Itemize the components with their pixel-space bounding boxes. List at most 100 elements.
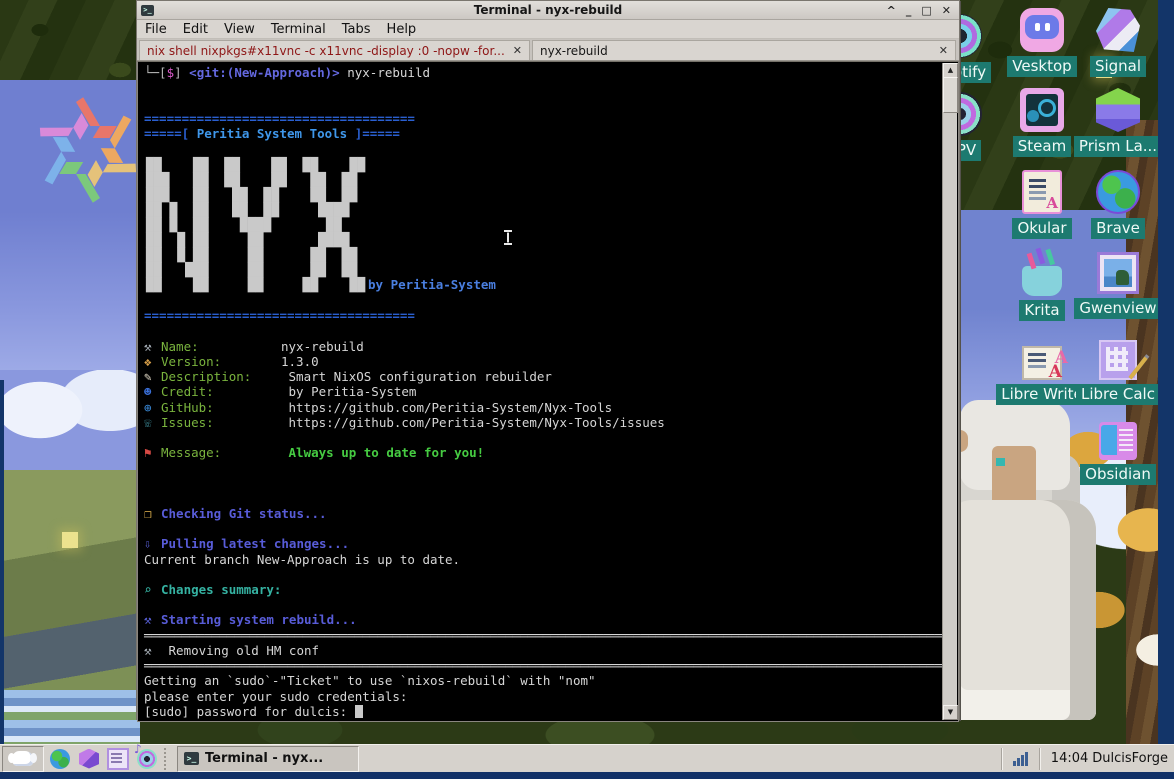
byline: by Peritia-System (368, 277, 496, 292)
info-label: GitHub: (161, 400, 281, 415)
prism-launcher-icon (1096, 88, 1140, 132)
hostname-label: DulcisForge (1092, 751, 1172, 766)
status-summary: Changes summary: (161, 582, 281, 597)
pushpin-icon: ⚑ (144, 445, 161, 460)
prompt-dollar: $ (167, 65, 175, 80)
globe-icon (50, 749, 70, 769)
taskbar-window-button[interactable]: >_ Terminal - nyx... (177, 746, 359, 772)
taskbar-handle[interactable] (164, 748, 173, 770)
clock[interactable]: 14:04 (1045, 751, 1092, 766)
tab-label: nyx-rebuild (540, 44, 608, 58)
desktop-icon-brave[interactable]: Brave (1070, 170, 1166, 239)
memo-icon: ✎ (144, 369, 161, 384)
scrollbar-thumb[interactable] (943, 77, 958, 113)
launcher-browser[interactable] (47, 746, 73, 772)
info-label: Name: (161, 339, 281, 354)
taskbar: >_ Terminal - nyx... 14:04 DulcisForge (0, 744, 1174, 772)
desktop-icon-signal[interactable]: Signal (1070, 8, 1166, 77)
hm-text: Removing old HM conf (161, 643, 319, 658)
applications-menu-button[interactable] (2, 746, 44, 772)
info-label: Credit: (161, 384, 281, 399)
steam-icon (1020, 88, 1064, 132)
wrench-icon: ⚒ (144, 612, 161, 627)
icon-label: Vesktop (1007, 56, 1076, 77)
shade-button[interactable]: ^ (887, 4, 896, 17)
maximize-button[interactable]: □ (921, 4, 931, 17)
separator-line: ==================================== (144, 308, 940, 323)
info-value-url: https://github.com/Peritia-System/Nyx-To… (281, 400, 612, 415)
sudo-credentials-line: please enter your sudo credentials: (144, 689, 940, 704)
launcher-music[interactable] (134, 746, 160, 772)
menu-edit[interactable]: Edit (183, 22, 208, 37)
screen-edge-left (0, 380, 4, 744)
libre-calc-icon (1099, 340, 1137, 380)
music-cd-icon (137, 749, 157, 769)
menu-file[interactable]: File (145, 22, 167, 37)
launcher-vesktop[interactable] (76, 746, 102, 772)
icon-label: Steam (1013, 136, 1071, 157)
info-label: Issues: (161, 415, 281, 430)
message-label: Message: (161, 445, 281, 460)
info-label: Description: (161, 369, 281, 384)
label-tag-icon: ❖ (144, 354, 161, 369)
signal-icon (1096, 8, 1140, 52)
screen-edge-right (1158, 0, 1174, 779)
info-value: by Peritia-System (281, 384, 416, 399)
desktop-icon-prism-launcher[interactable]: Prism La... (1070, 88, 1166, 157)
status-git-check: Checking Git status... (161, 506, 327, 521)
krita-icon (1022, 266, 1062, 296)
menu-view[interactable]: View (224, 22, 255, 37)
icon-label: Prism La... (1074, 136, 1162, 157)
screen-edge-bottom (0, 772, 1174, 779)
tab-x11vnc[interactable]: nix shell nixpkgs#x11vnc -c x11vnc -disp… (139, 40, 530, 60)
menu-tabs[interactable]: Tabs (342, 22, 371, 37)
icon-label: Gwenview (1074, 298, 1161, 319)
task-button-label: Terminal - nyx... (205, 751, 323, 766)
taskbar-separator (1039, 748, 1040, 770)
tab-label: nix shell nixpkgs#x11vnc -c x11vnc -disp… (147, 44, 505, 58)
vesktop-discord-icon (1020, 8, 1064, 52)
menu-help[interactable]: Help (387, 22, 417, 37)
terminal-window: >_ Terminal - nyx-rebuild ^ _ □ ✕ File E… (136, 0, 960, 720)
close-button[interactable]: ✕ (942, 4, 951, 17)
tab-close-icon[interactable]: ✕ (513, 44, 522, 57)
mouse-ibeam-cursor (504, 230, 513, 245)
window-titlebar[interactable]: >_ Terminal - nyx-rebuild ^ _ □ ✕ (137, 1, 959, 20)
terminal-output[interactable]: └─[$] <git:(New-Approach)> nyx-rebuild =… (137, 61, 959, 722)
icon-label: Krita (1019, 300, 1064, 321)
status-rebuild: Starting system rebuild... (161, 612, 357, 627)
info-value: nyx-rebuild (281, 339, 364, 354)
icon-label: Brave (1091, 218, 1145, 239)
icon-label: Obsidian (1080, 464, 1156, 485)
okular-icon (1022, 170, 1062, 214)
minimize-button[interactable]: _ (906, 4, 912, 17)
launcher-notes[interactable] (105, 746, 131, 772)
notebook-icon (107, 748, 129, 770)
desktop-icon-libre-calc[interactable]: Libre Calc (1070, 336, 1166, 405)
terminal-scrollbar[interactable]: ▲ ▼ (942, 63, 957, 720)
menu-mascot-icon (12, 751, 34, 766)
wallpaper-character-face (992, 446, 1036, 506)
desktop-icon-gwenview[interactable]: Gwenview (1070, 252, 1166, 319)
text-cursor (355, 705, 363, 718)
scroll-up-arrow-icon[interactable]: ▲ (943, 63, 958, 78)
menu-terminal[interactable]: Terminal (271, 22, 326, 37)
info-value: 1.3.0 (281, 354, 319, 369)
menubar: File Edit View Terminal Tabs Help (137, 20, 959, 39)
hm-separator: ════════════════════════════════════════… (144, 628, 940, 643)
icon-label: Libre Calc (1076, 384, 1160, 405)
hammer-wrench-icon: ⚒ (144, 339, 161, 354)
branch-info: Current branch New-Approach is up to dat… (144, 552, 940, 567)
window-title: Terminal - nyx-rebuild (137, 3, 959, 17)
info-label: Version: (161, 354, 281, 369)
libre-write-icon (1022, 346, 1062, 380)
nixos-logo (28, 90, 148, 210)
hammer-wrench-icon: ⚒ (144, 643, 161, 658)
network-signal-icon[interactable] (1013, 751, 1028, 766)
desktop-icon-obsidian[interactable]: Obsidian (1070, 418, 1166, 485)
tab-close-icon[interactable]: ✕ (939, 44, 948, 57)
command-text: nyx-rebuild (340, 65, 430, 80)
tab-nyx-rebuild[interactable]: nyx-rebuild ✕ (532, 40, 956, 60)
scroll-down-arrow-icon[interactable]: ▼ (943, 705, 958, 720)
taskbar-separator (1001, 748, 1002, 770)
